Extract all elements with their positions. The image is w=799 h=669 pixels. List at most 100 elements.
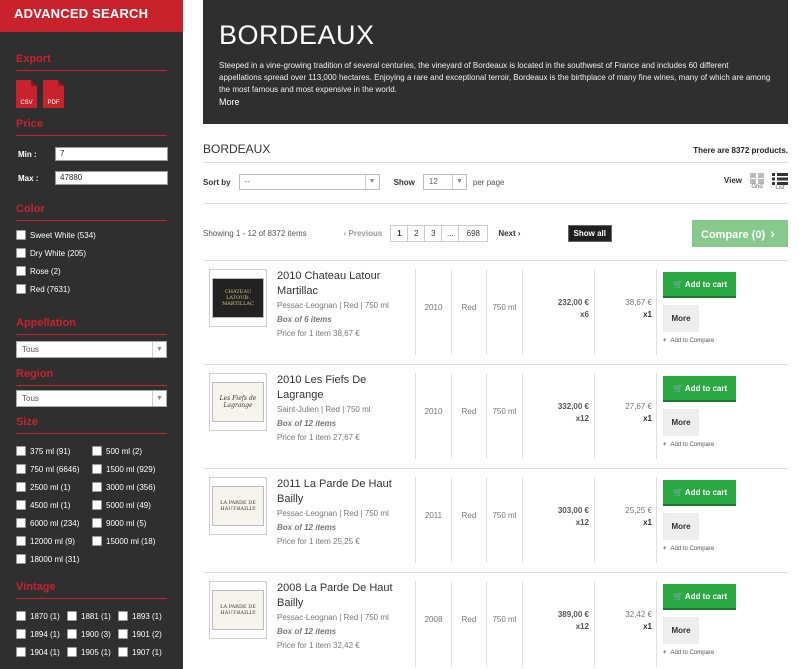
vintage-option[interactable]: 1893 (1) [118, 607, 169, 625]
sidebar-title: ADVANCED SEARCH [0, 0, 183, 32]
csv-export-icon[interactable]: CSV [16, 80, 37, 108]
chevron-down-icon: ▼ [152, 391, 166, 406]
product-image[interactable]: LA PARDE DE HAUT-BAILLY [209, 477, 267, 535]
page-button[interactable]: 698 [458, 224, 489, 242]
previous-page-button[interactable]: ‹ Previous [344, 229, 383, 238]
size-option[interactable]: 750 ml (6646) [16, 460, 92, 478]
chevron-right-icon: › [770, 224, 775, 241]
plus-icon: + [663, 650, 667, 656]
size-option[interactable]: 6000 ml (234) [16, 514, 92, 532]
plus-icon: + [663, 338, 667, 344]
add-to-compare-link[interactable]: + Add to Compare [663, 650, 736, 656]
add-to-cart-button[interactable]: 🛒 Add to cart [663, 272, 736, 298]
product-name[interactable]: 2010 Chateau Latour Martillac [277, 269, 415, 299]
product-image[interactable]: CHATEAU LATOUR-MARTILLAC [209, 269, 267, 327]
add-to-compare-link[interactable]: + Add to Compare [663, 546, 736, 552]
product-name[interactable]: 2008 La Parde De Haut Bailly [277, 581, 415, 611]
checkbox[interactable] [16, 230, 26, 240]
product-name[interactable]: 2011 La Parde De Haut Bailly [277, 477, 415, 507]
product-count: There are 8372 products. [693, 146, 788, 155]
color-option[interactable]: Red (7631) [16, 280, 183, 298]
pdf-export-icon[interactable]: PDF [43, 80, 64, 108]
cart-icon: 🛒 [673, 384, 683, 393]
page-button[interactable]: 2 [407, 224, 426, 242]
product-row: CHATEAU LATOUR-MARTILLAC 2010 Chateau La… [203, 260, 788, 364]
advanced-search-sidebar: ADVANCED SEARCH Export CSV PDF Price Min… [0, 0, 183, 669]
add-to-compare-link[interactable]: + Add to Compare [663, 442, 736, 448]
checkbox[interactable] [16, 248, 26, 258]
page-button[interactable]: 3 [424, 224, 443, 242]
color-option[interactable]: Rose (2) [16, 262, 183, 280]
sort-select[interactable]: -- ▼ [238, 174, 380, 190]
vintage-option[interactable]: 1904 (1) [16, 643, 67, 661]
add-to-cart-button[interactable]: 🛒 Add to cart [663, 376, 736, 402]
per-page-select[interactable]: 12 ▼ [422, 174, 467, 190]
product-unit: 27,67 € x1 [594, 373, 656, 459]
vintage-option[interactable]: 1900 (3) [67, 625, 118, 643]
checkbox[interactable] [16, 266, 26, 276]
size-option[interactable]: 375 ml (91) [16, 442, 92, 460]
more-button[interactable]: More [663, 409, 699, 436]
list-view-button[interactable]: List [772, 173, 788, 191]
size-option[interactable]: 9000 ml (5) [92, 514, 168, 532]
next-page-button[interactable]: Next › [498, 229, 520, 238]
vintage-option[interactable]: 1894 (1) [16, 625, 67, 643]
size-option[interactable]: 2500 ml (1) [16, 478, 92, 496]
cart-icon: 🛒 [673, 592, 683, 601]
product-image[interactable]: LA PARDE DE HAUT-BAILLY [209, 581, 267, 639]
plus-icon: + [663, 442, 667, 448]
appellation-select[interactable]: Tous ▼ [16, 341, 167, 358]
cart-icon: 🛒 [673, 488, 683, 497]
product-color: Red [451, 581, 486, 667]
category-title: BORDEAUX [203, 142, 271, 156]
banner-more-link[interactable]: More [219, 97, 773, 107]
product-meta: Pessac-Leognan | Red | 750 ml [277, 509, 389, 518]
product-image[interactable]: Les Fiefs de Lagrange [209, 373, 267, 431]
region-select[interactable]: Tous ▼ [16, 390, 167, 407]
size-option[interactable]: 12000 ml (9) [16, 532, 92, 550]
add-to-compare-link[interactable]: + Add to Compare [663, 338, 736, 344]
product-meta: Saint-Julien | Red | 750 ml [277, 405, 371, 414]
size-option[interactable]: 3000 ml (356) [92, 478, 168, 496]
price-max-input[interactable]: 47880 [55, 171, 168, 185]
product-meta: Pessac-Leognan | Red | 750 ml [277, 613, 389, 622]
size-option[interactable]: 1500 ml (929) [92, 460, 168, 478]
page-button[interactable]: 1 [390, 224, 409, 242]
page-ellipsis: ... [441, 224, 460, 242]
product-name[interactable]: 2010 Les Fiefs De Lagrange [277, 373, 415, 403]
vintage-option[interactable]: 1907 (1) [118, 643, 169, 661]
size-option[interactable]: 500 ml (2) [92, 442, 168, 460]
size-option[interactable]: 15000 ml (18) [92, 532, 168, 550]
checkbox[interactable] [16, 284, 26, 294]
product-color: Red [451, 269, 486, 355]
vintage-option[interactable]: 1905 (1) [67, 643, 118, 661]
color-option[interactable]: Dry White (205) [16, 244, 183, 262]
size-option[interactable]: 18000 ml (31) [16, 550, 92, 568]
region-title: Region [16, 368, 54, 380]
product-meta: Pessac-Leognan | Red | 750 ml [277, 301, 389, 310]
product-list: CHATEAU LATOUR-MARTILLAC 2010 Chateau La… [203, 260, 788, 669]
product-price: 232,00 € x6 [522, 269, 594, 355]
product-color: Red [451, 373, 486, 459]
vintage-option[interactable]: 1870 (1) [16, 607, 67, 625]
more-button[interactable]: More [663, 305, 699, 332]
product-box: Box of 6 items [277, 315, 332, 324]
vintage-option[interactable]: 1881 (1) [67, 607, 118, 625]
banner-title: BORDEAUX [219, 20, 375, 50]
compare-button[interactable]: Compare (0) › [692, 219, 788, 247]
size-option[interactable]: 5000 ml (49) [92, 496, 168, 514]
size-option[interactable]: 4500 ml (1) [16, 496, 92, 514]
add-to-cart-button[interactable]: 🛒 Add to cart [663, 480, 736, 506]
grid-view-button[interactable]: Grid [750, 173, 764, 190]
product-color: Red [451, 477, 486, 563]
show-all-button[interactable]: Show all [567, 224, 612, 242]
product-year: 2011 [415, 477, 451, 563]
vintage-option[interactable]: 1901 (2) [118, 625, 169, 643]
more-button[interactable]: More [663, 617, 699, 644]
chevron-down-icon: ▼ [364, 175, 379, 189]
add-to-cart-button[interactable]: 🛒 Add to cart [663, 584, 736, 610]
price-min-input[interactable]: 7 [55, 147, 168, 161]
color-option[interactable]: Sweet White (534) [16, 226, 183, 244]
more-button[interactable]: More [663, 513, 699, 540]
product-row: LA PARDE DE HAUT-BAILLY 2008 La Parde De… [203, 572, 788, 669]
